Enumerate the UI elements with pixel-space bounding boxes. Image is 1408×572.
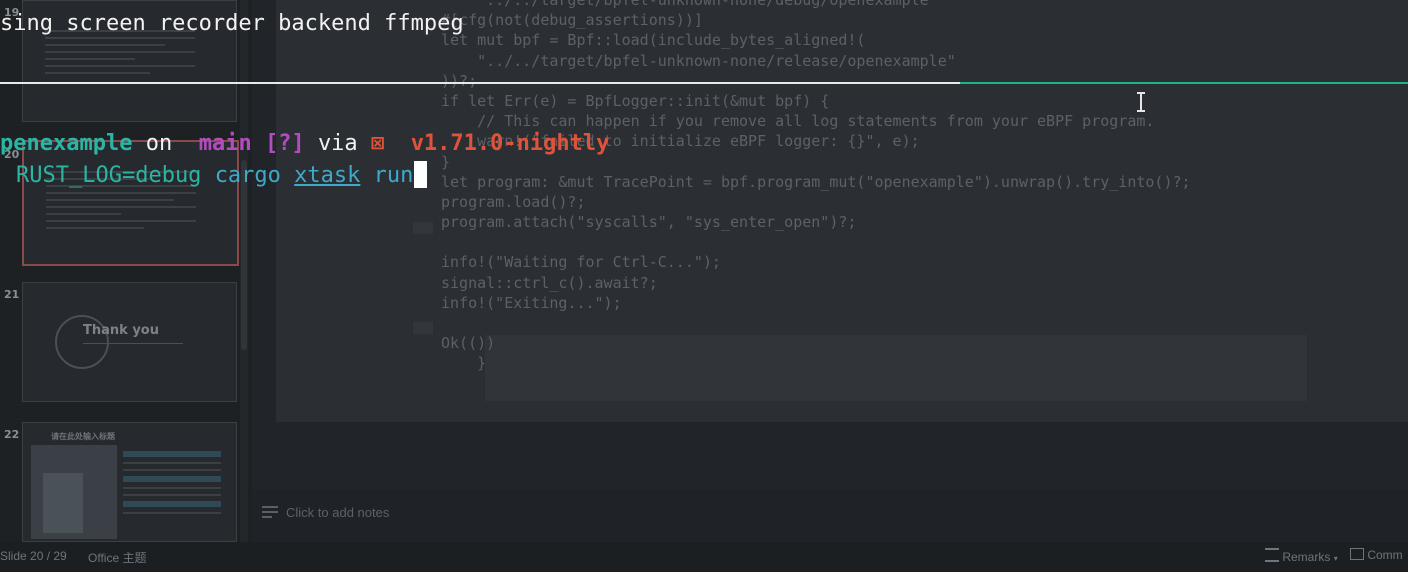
terminal-divider-accent [960,82,1408,84]
prompt-directory: penexample [0,131,133,156]
command-env: RUST_LOG=debug [16,163,202,188]
terminal-divider [0,82,960,84]
git-branch: main [198,131,252,156]
comments-button[interactable]: Comm [1350,548,1403,562]
thumbnail-title: Thank you [83,323,159,338]
thumbnail-number: 22 [4,428,20,441]
terminal-status-line: sing screen recorder backend ffmpeg [0,11,464,36]
code-line: program.attach("syscalls", "sys_enter_op… [441,213,857,232]
remarks-button[interactable]: Remarks ▾ [1265,548,1338,564]
command-subcommand: xtask [294,163,361,188]
shell-prompt: penexample on main [?] via ⊠ v1.71.0-nig… [0,131,609,156]
code-line: Ok(()) [441,334,496,353]
slide-counter: Slide 20 / 29 [0,549,67,563]
rust-version: v1.71.0-nightly [410,131,610,156]
slide-thumbnail-22[interactable]: 请在此处输入标题 [22,422,237,542]
notes-icon [262,506,278,518]
comments-label: Comm [1367,548,1403,562]
command-action: run [373,163,414,188]
rust-icon: ⊠ [370,131,385,156]
status-bar: Slide 20 / 29 Office 主题 Remarks ▾ Comm [0,542,1408,572]
code-line: info!("Exiting..."); [441,293,622,312]
slide-thumbnail-21[interactable]: Thank you [22,282,237,402]
git-status: [?] [264,131,305,156]
remarks-label: Remarks [1282,550,1331,564]
code-highlight [413,222,433,234]
text-cursor [414,161,428,188]
chevron-down-icon: ▾ [1333,554,1338,563]
code-line: signal::ctrl_c().await?; [441,273,658,292]
theme-name: Office 主题 [88,551,147,565]
remarks-icon [1265,548,1279,562]
notes-placeholder[interactable]: Click to add notes [286,505,389,520]
code-highlight [413,322,433,334]
command-program: cargo [214,163,281,188]
prompt-on: on [145,131,173,156]
command-line[interactable]: RUST_LOG=debug cargo xtask run [16,161,428,188]
terminal-overlay[interactable]: sing screen recorder backend ffmpeg pene… [0,0,1408,200]
thumbnail-number: 21 [4,288,20,301]
code-line: } [441,354,487,373]
prompt-via: via [317,131,358,156]
ibeam-cursor-icon [1137,92,1145,112]
thumbnail-photo [43,473,83,533]
comment-icon [1350,548,1364,560]
thumbnail-title: 请在此处输入标题 [51,432,115,441]
notes-pane[interactable]: Click to add notes [252,498,1408,530]
code-line: info!("Waiting for Ctrl-C..."); [441,253,721,272]
